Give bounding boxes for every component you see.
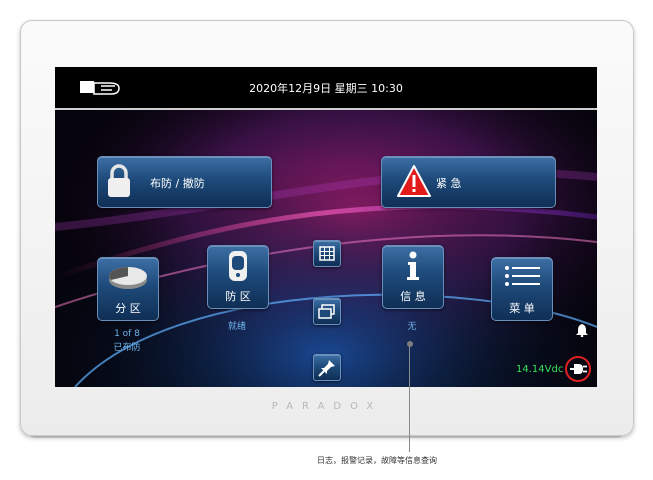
status-divider xyxy=(55,108,597,110)
panic-button[interactable]: 紧 急 xyxy=(381,156,556,208)
areas-button[interactable]: 分 区 xyxy=(97,257,159,321)
plug-icon[interactable] xyxy=(564,355,592,383)
pin-icon xyxy=(318,360,335,377)
areas-status-caption: 已布防 xyxy=(113,343,141,353)
bell-icon[interactable] xyxy=(576,323,588,337)
zones-label: 防 区 xyxy=(225,290,251,303)
status-bar: 2020年12月9日 星期三 10:30 xyxy=(55,67,597,110)
padlock-icon xyxy=(108,164,130,197)
zones-button[interactable]: 防 区 xyxy=(207,245,269,309)
info-status-caption: 无 xyxy=(407,322,417,332)
grid-view-button[interactable] xyxy=(313,240,341,267)
pin-button[interactable] xyxy=(313,354,341,381)
info-icon xyxy=(383,250,443,286)
menu-button[interactable]: 菜 单 xyxy=(491,257,553,321)
screen-background xyxy=(55,67,597,387)
panic-label: 紧 急 xyxy=(436,177,462,190)
zones-status-caption: 就绪 xyxy=(227,322,246,332)
brand-logo: PARADOX xyxy=(271,401,383,412)
power-voltage: 14.14Vdc xyxy=(516,364,564,375)
pie-chart-icon xyxy=(98,262,158,296)
sensor-icon xyxy=(208,250,268,286)
menu-label: 菜 单 xyxy=(509,302,535,315)
touchscreen: 2020年12月9日 星期三 10:30 布防 / 撤防 紧 急 分 区 防 区… xyxy=(55,67,597,387)
windows-icon xyxy=(318,304,335,319)
callout-description: 日志，报警记录，故障等信息查询 xyxy=(317,456,437,465)
grid-icon xyxy=(319,246,335,261)
callout-marker xyxy=(407,341,413,347)
areas-count-caption: 1 of 8 xyxy=(114,329,140,339)
arm-disarm-button[interactable]: 布防 / 撤防 xyxy=(97,156,272,208)
info-button[interactable]: 信 息 xyxy=(382,245,444,309)
date-time: 2020年12月9日 星期三 10:30 xyxy=(249,82,403,95)
arm-disarm-label: 布防 / 撤防 xyxy=(150,177,205,190)
callout-line xyxy=(409,346,410,452)
areas-label: 分 区 xyxy=(115,302,141,315)
info-label: 信 息 xyxy=(400,290,426,303)
windows-button[interactable] xyxy=(313,298,341,325)
menu-list-icon xyxy=(492,262,552,296)
warning-triangle-icon xyxy=(397,165,431,197)
